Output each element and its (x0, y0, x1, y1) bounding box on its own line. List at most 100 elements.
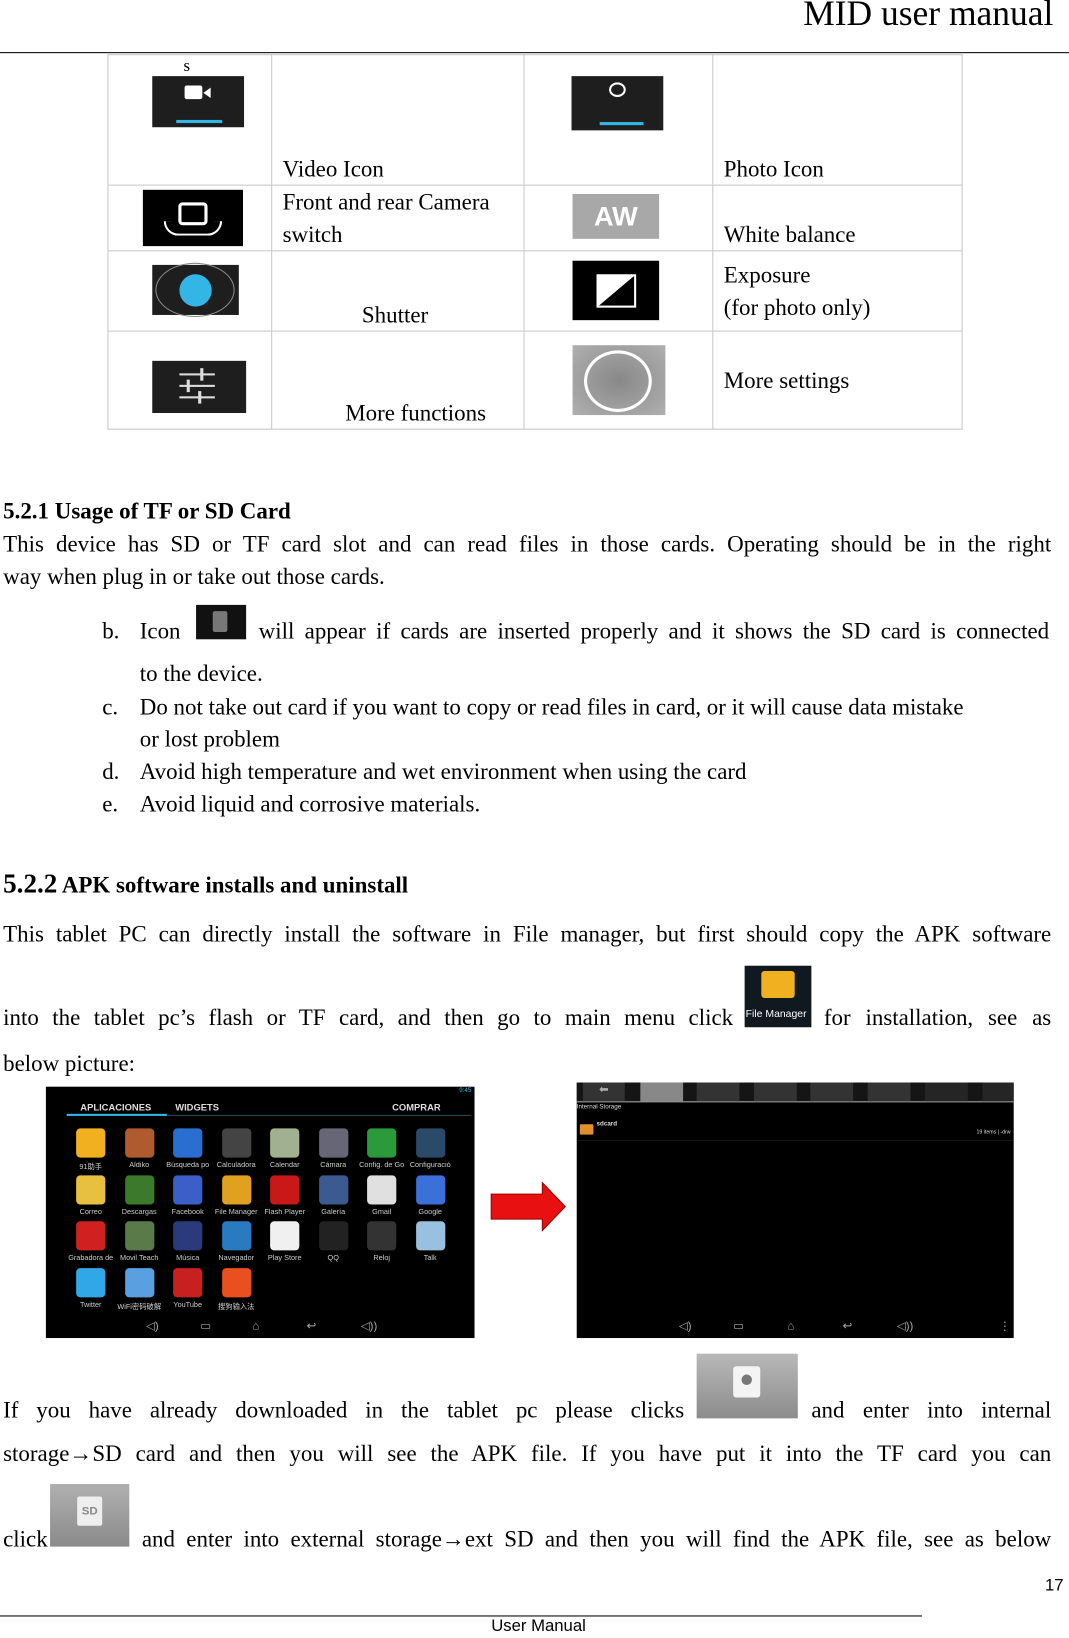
file-manager-screenshot: ⬅ Internal Storage sdcard 19 items | -dr… (576, 1082, 1014, 1339)
usb-tab[interactable] (754, 1082, 797, 1102)
app-label: Config. de Go (359, 1161, 405, 1170)
app-label: Grabadora de (68, 1254, 114, 1262)
tab-apps[interactable]: APLICACIONES (80, 1102, 151, 1112)
store-button[interactable]: COMPRAR (392, 1102, 440, 1112)
app-icon[interactable]: Navegador (212, 1221, 260, 1262)
app-label: Play Store (267, 1254, 302, 1262)
sliders-icon (152, 360, 247, 413)
app-icon[interactable]: Twitter (67, 1267, 115, 1308)
app-glyph-icon (173, 1267, 203, 1297)
app-label: Correo (79, 1208, 102, 1216)
section-522-line4b: and enter into internal (811, 1396, 1052, 1423)
folder-icon (579, 1124, 594, 1135)
volume-up-icon[interactable]: ◁)) (897, 1319, 913, 1333)
app-icon[interactable]: Música (164, 1221, 212, 1262)
app-glyph-icon (367, 1221, 397, 1251)
back-icon[interactable]: ↩ (843, 1319, 853, 1333)
video-icon (152, 76, 245, 128)
overflow-menu-icon[interactable]: ⋮ (999, 1319, 1010, 1333)
app-icon[interactable]: Play Store (261, 1221, 309, 1262)
app-glyph-icon (270, 1128, 300, 1158)
app-label: Cámara (320, 1161, 347, 1170)
app-glyph-icon (415, 1221, 445, 1251)
app-icon[interactable]: Correo (67, 1174, 115, 1216)
clipboard-tab[interactable] (982, 1082, 1014, 1102)
app-glyph-icon (221, 1174, 251, 1205)
app-glyph-icon (221, 1221, 251, 1251)
app-glyph-icon (173, 1174, 203, 1205)
app-icon[interactable]: Flash Player (261, 1174, 309, 1215)
app-icon[interactable]: Reloj (358, 1221, 406, 1262)
app-label: Movil Teach (120, 1254, 159, 1262)
section-521-heading: 5.2.1 Usage of TF or SD Card (3, 497, 291, 524)
sd-card-icon: SD (50, 1484, 130, 1547)
app-label: Galería (321, 1208, 346, 1216)
exposure-icon (572, 260, 660, 321)
app-icon[interactable]: Grabadora de (67, 1221, 115, 1262)
video-icon-label: Video Icon (282, 155, 384, 182)
app-icon[interactable]: Talk (406, 1221, 454, 1262)
status-time: 9:45 (459, 1087, 472, 1095)
app-glyph-icon (270, 1221, 300, 1251)
tab-widgets[interactable]: WIDGETS (175, 1102, 219, 1112)
volume-down-icon[interactable]: ◁) (679, 1319, 692, 1333)
app-icon[interactable]: Movil Teach (115, 1221, 163, 1262)
section-522-line2a: into the tablet pc’s flash or TF card, a… (3, 1004, 734, 1031)
app-icon[interactable]: Búsqueda po (164, 1128, 212, 1169)
app-label: Calculadora (216, 1161, 256, 1170)
camera-switch-icon (142, 189, 243, 247)
more-settings-label: More settings (723, 367, 850, 394)
app-icon[interactable]: Calendar (261, 1128, 309, 1169)
list-text: will appear if cards are inserted proper… (258, 617, 1050, 644)
app-icon[interactable]: 91助手 (67, 1128, 115, 1172)
list-text: or lost problem (139, 725, 280, 752)
app-icon[interactable]: WiFi密码破解 (115, 1267, 163, 1312)
app-icon[interactable]: Gmail (358, 1174, 406, 1215)
app-icon[interactable]: 搜狗输入法 (212, 1267, 260, 1312)
shutter-label: Shutter (361, 301, 429, 328)
app-icon[interactable]: Descargas (115, 1174, 163, 1215)
sd-card-tab[interactable] (696, 1082, 740, 1102)
app-icon[interactable]: Galería (309, 1174, 357, 1216)
volume-up-icon[interactable]: ◁)) (361, 1319, 377, 1333)
photo-icon (571, 76, 664, 131)
app-icon[interactable]: File Manager (212, 1174, 260, 1215)
section-number: 5.2.2 (3, 868, 58, 899)
video-tab[interactable] (867, 1082, 911, 1102)
section-522-line6a: click (3, 1525, 48, 1552)
app-icon[interactable]: Aldiko (115, 1128, 163, 1169)
app-icon[interactable]: Config. de Go (358, 1128, 406, 1169)
back-icon[interactable]: ↩ (307, 1319, 317, 1333)
app-icon[interactable]: Cámara (309, 1128, 357, 1169)
app-icon[interactable]: Facebook (164, 1174, 212, 1215)
list-text: Do not take out card if you want to copy… (139, 693, 964, 720)
app-glyph-icon (76, 1267, 106, 1297)
tools-tab[interactable] (925, 1082, 968, 1102)
white-balance-icon: AW (572, 193, 660, 239)
app-label: Calendar (269, 1161, 300, 1170)
app-icon[interactable]: Calculadora (212, 1128, 260, 1169)
exposure-note: (for photo only) (723, 294, 871, 321)
app-glyph-icon (318, 1174, 348, 1205)
home-icon[interactable]: ⌂ (252, 1320, 259, 1333)
app-icon[interactable]: Configuració (406, 1128, 454, 1169)
app-label: Google (418, 1208, 442, 1216)
recent-apps-icon[interactable]: ▭ (200, 1319, 211, 1333)
internal-storage-tab[interactable] (640, 1082, 684, 1102)
section-521-para-line2: way when plug in or take out those cards… (3, 563, 385, 590)
app-icon[interactable]: Google (406, 1174, 454, 1216)
more-functions-label: More functions (345, 399, 487, 426)
app-label: Aldiko (129, 1161, 150, 1170)
recent-apps-icon[interactable]: ▭ (733, 1319, 744, 1333)
footer-divider (0, 1615, 922, 1617)
app-label: YouTube (173, 1301, 203, 1309)
stray-mark: s (183, 57, 191, 76)
app-icon[interactable]: YouTube (164, 1267, 212, 1309)
images-tab[interactable] (810, 1082, 854, 1102)
app-icon[interactable]: QQ (309, 1221, 357, 1262)
back-arrow-icon[interactable]: ⬅ (582, 1082, 625, 1102)
volume-down-icon[interactable]: ◁) (146, 1319, 159, 1333)
home-icon[interactable]: ⌂ (787, 1320, 794, 1333)
file-manager-icon-label: File Manager (745, 1008, 807, 1020)
folder-name[interactable]: sdcard (597, 1121, 618, 1127)
